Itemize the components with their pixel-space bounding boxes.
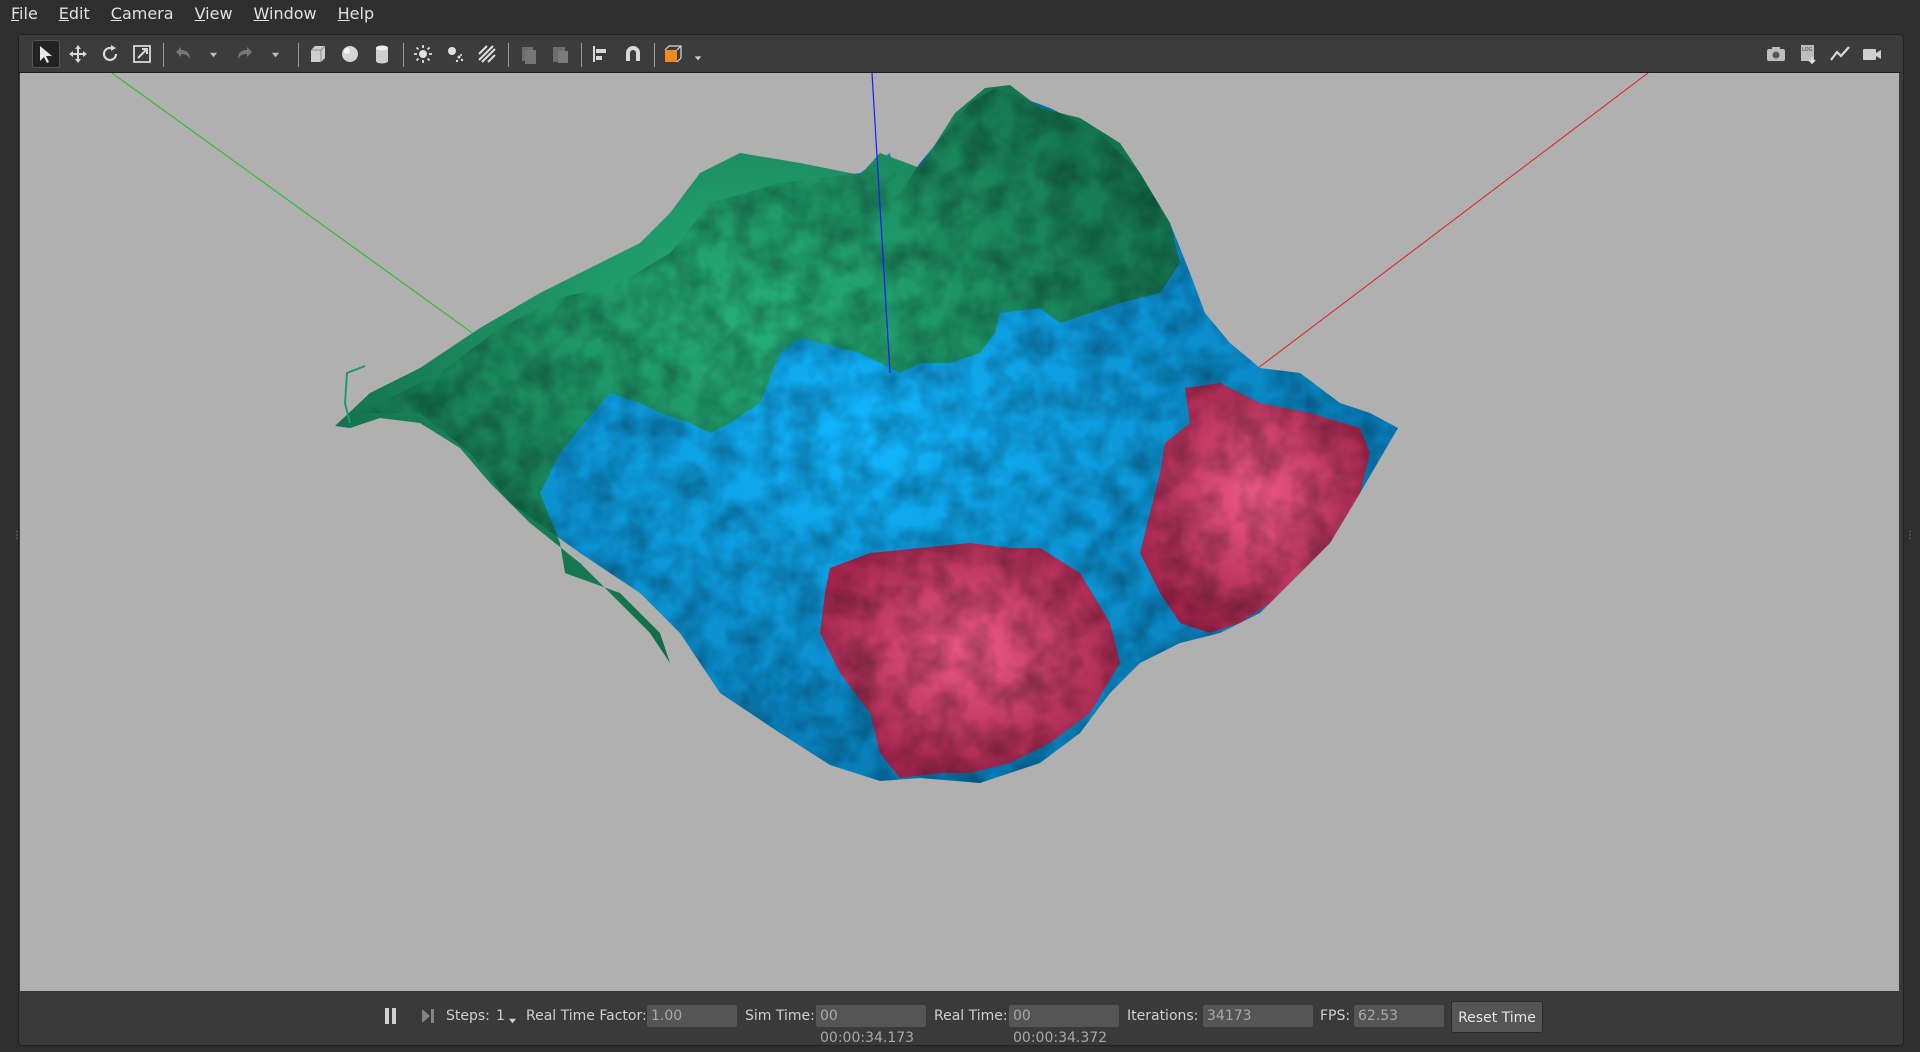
redo-dropdown-icon[interactable] xyxy=(268,47,282,61)
menu-edit-label: dit xyxy=(68,4,90,23)
menu-view-label: iew xyxy=(205,4,233,23)
toolbar-separator xyxy=(298,43,299,67)
log-badge-text: LOG xyxy=(1802,47,1813,53)
menu-file-label: ile xyxy=(19,4,38,23)
spot-light-icon[interactable] xyxy=(441,40,469,68)
step-forward-icon[interactable] xyxy=(420,1007,436,1025)
steps-label: Steps: xyxy=(446,1008,490,1024)
undo-dropdown-icon[interactable] xyxy=(206,47,220,61)
real-time-field: 00 00:00:34.372 xyxy=(1009,1005,1119,1046)
terrain-roughness-overlay xyxy=(335,88,1398,783)
translate-icon[interactable] xyxy=(64,40,92,68)
menu-camera-mnemonic: C xyxy=(110,4,122,23)
align-icon[interactable] xyxy=(587,40,615,68)
undo-icon[interactable] xyxy=(169,40,197,68)
real-time-factor-field: 1.00 xyxy=(647,1005,737,1027)
toolbar-separator xyxy=(403,43,404,67)
menu-file-mnemonic: F xyxy=(11,4,20,23)
plot-icon[interactable] xyxy=(1826,40,1854,68)
menu-view[interactable]: View xyxy=(184,0,243,28)
redo-icon[interactable] xyxy=(231,40,259,68)
y-axis-line xyxy=(111,73,501,354)
toolbar-separator xyxy=(163,43,164,67)
left-panel-handle[interactable]: ⋮ xyxy=(12,530,22,546)
steps-value[interactable]: 1 xyxy=(496,1008,505,1024)
directional-light-icon[interactable] xyxy=(473,40,501,68)
toolbar-separator xyxy=(581,43,582,67)
fps-field: 62.53 xyxy=(1354,1005,1444,1027)
menu-window[interactable]: Window xyxy=(243,0,327,28)
steps-dropdown-icon[interactable] xyxy=(508,1013,517,1029)
rotate-icon[interactable] xyxy=(96,40,124,68)
scene-viewport[interactable] xyxy=(20,73,1899,991)
sim-time-field: 00 00:00:34.173 xyxy=(816,1005,926,1046)
pause-icon[interactable] xyxy=(383,1007,399,1025)
fps-label: FPS: xyxy=(1320,1008,1351,1024)
menu-camera[interactable]: Camera xyxy=(100,0,184,28)
iterations-label: Iterations: xyxy=(1127,1008,1199,1024)
right-panel-handle[interactable]: ⋮ xyxy=(1905,530,1915,546)
toolbar: LOG xyxy=(19,35,1901,73)
menu-camera-label: amera xyxy=(121,4,174,23)
paste-icon[interactable] xyxy=(546,40,574,68)
menu-window-label: indow xyxy=(269,4,317,23)
video-record-icon[interactable] xyxy=(1858,40,1886,68)
menu-window-mnemonic: W xyxy=(253,4,269,23)
view-angle-dropdown-icon[interactable] xyxy=(691,51,705,65)
menu-help-label: elp xyxy=(349,4,375,23)
sphere-shape-icon[interactable] xyxy=(336,40,364,68)
log-icon[interactable]: LOG xyxy=(1794,40,1822,68)
menu-edit[interactable]: Edit xyxy=(48,0,100,28)
magnet-icon[interactable] xyxy=(619,40,647,68)
toolbar-separator xyxy=(654,43,655,67)
toolbar-separator xyxy=(508,43,509,67)
copy-icon[interactable] xyxy=(514,40,542,68)
menu-edit-mnemonic: E xyxy=(58,4,69,23)
reset-time-button[interactable]: Reset Time xyxy=(1451,1001,1543,1033)
scale-icon[interactable] xyxy=(128,40,156,68)
menu-file[interactable]: File xyxy=(0,0,48,28)
cylinder-shape-icon[interactable] xyxy=(368,40,396,68)
screenshot-icon[interactable] xyxy=(1762,40,1790,68)
menu-bar: File Edit Camera View Window Help xyxy=(0,0,1920,28)
box-shape-icon[interactable] xyxy=(304,40,332,68)
point-light-icon[interactable] xyxy=(409,40,437,68)
select-arrow-icon[interactable] xyxy=(32,40,60,68)
menu-help[interactable]: Help xyxy=(327,0,384,28)
status-bar: Steps: 1 Real Time Factor: 1.00 Sim Time… xyxy=(19,992,1901,1046)
menu-view-mnemonic: V xyxy=(194,4,206,23)
menu-help-mnemonic: H xyxy=(337,4,350,23)
x-axis-line xyxy=(1224,73,1649,394)
scene-render xyxy=(111,73,1649,783)
sim-time-label: Sim Time: xyxy=(745,1008,815,1024)
view-angle-icon[interactable] xyxy=(660,40,688,68)
real-time-label: Real Time: xyxy=(934,1008,1008,1024)
real-time-factor-label: Real Time Factor: xyxy=(526,1008,647,1024)
iterations-field: 34173 xyxy=(1203,1005,1313,1027)
